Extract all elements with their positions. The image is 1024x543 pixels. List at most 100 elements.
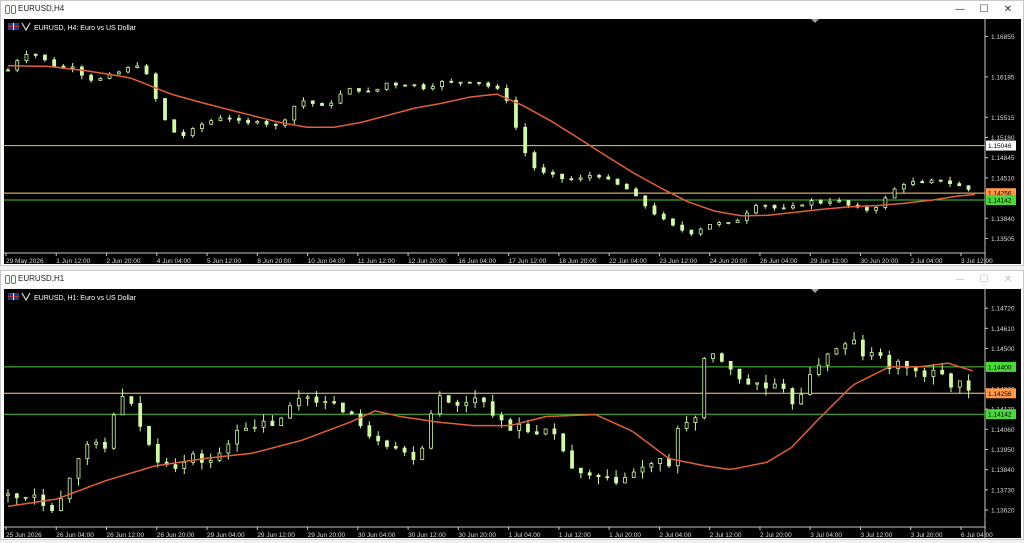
candle (596, 473, 601, 485)
candle (702, 356, 707, 420)
candle (828, 197, 832, 206)
candle (464, 395, 469, 413)
candle (357, 88, 361, 94)
candle (948, 176, 952, 188)
close-button[interactable]: ✕ (997, 273, 1019, 287)
candle (429, 410, 433, 450)
candle (887, 350, 892, 375)
candle (719, 352, 724, 363)
candle (852, 332, 856, 345)
candle (799, 387, 804, 406)
candle (578, 467, 583, 479)
candle (393, 81, 398, 89)
candle (649, 461, 654, 473)
candle (455, 399, 460, 412)
price-chart[interactable]: EURUSD, H4: Euro vs US Dollar 1.16855 1.16… (4, 19, 1021, 265)
minimize-button[interactable]: — (949, 3, 971, 17)
maximize-button[interactable]: ☐ (973, 3, 995, 17)
candle (430, 83, 435, 91)
candle (6, 67, 10, 72)
y-tick-label: 1.13620 (991, 507, 1015, 514)
candle (717, 220, 722, 227)
candle (79, 65, 84, 80)
candle (477, 81, 481, 86)
candle (837, 197, 842, 204)
candle (70, 63, 75, 73)
candle (50, 502, 54, 514)
candle (614, 470, 619, 486)
candle (107, 72, 112, 80)
x-tick-label: 1 Jul 12:00 (559, 532, 591, 538)
chart-window-h1[interactable]: EURUSD,H1 — ☐ ✕ EURUSD, H1: Euro vs US D… (0, 270, 1024, 540)
candle (235, 424, 240, 452)
candle (173, 458, 178, 473)
candle (744, 209, 749, 224)
title-bar[interactable]: EURUSD,H4 — ☐ ✕ (1, 1, 1023, 19)
candle (393, 441, 398, 450)
candle (560, 173, 565, 183)
x-tick-label: 26 Jun 12:00 (107, 532, 145, 538)
candle (270, 415, 275, 427)
candle (552, 423, 557, 440)
candle (6, 489, 10, 503)
candle (746, 374, 751, 385)
candle (449, 78, 454, 84)
maximize-button[interactable]: ☐ (973, 273, 995, 287)
candle (883, 195, 888, 210)
candle (155, 438, 160, 468)
x-tick-label: 10 Jun 04:00 (308, 258, 346, 264)
price-chart[interactable]: EURUSD, H1: Euro vs US Dollar 1.14720 1.14… (4, 289, 1021, 539)
candle (772, 204, 777, 211)
x-tick-label: 1 Jun 12:00 (56, 258, 90, 264)
x-tick-label: 3 Jul 12:00 (961, 258, 993, 264)
candle (578, 174, 583, 182)
minimize-button[interactable]: — (949, 273, 971, 287)
x-tick-label: 5 Jun 12:00 (207, 258, 241, 264)
chart-area[interactable]: EURUSD, H1: Euro vs US Dollar 1.14720 1.14… (4, 289, 1021, 539)
close-button[interactable]: ✕ (997, 3, 1019, 17)
candle (929, 178, 934, 184)
chart-area[interactable]: EURUSD, H4: Euro vs US Dollar 1.16855 1.16… (4, 19, 1021, 265)
candle (658, 458, 663, 472)
candle (264, 119, 269, 128)
x-tick-label: 1 Jul 20:00 (609, 532, 641, 538)
x-tick-label: 29 Jun 20:00 (308, 532, 346, 538)
candle (467, 81, 472, 84)
chart-window-icon (5, 5, 16, 14)
candle (606, 174, 611, 180)
candle (292, 105, 297, 125)
candle (358, 409, 363, 429)
candle (209, 118, 214, 126)
candle (661, 211, 666, 221)
candle (693, 415, 698, 431)
candle (615, 178, 620, 186)
window-title: EURUSD,H4 (18, 4, 65, 13)
candle (255, 120, 260, 125)
candle (305, 394, 310, 406)
candle (905, 360, 909, 376)
candle (791, 202, 795, 210)
candle (440, 79, 444, 91)
candle (949, 372, 953, 393)
candle (504, 84, 509, 104)
candle (24, 50, 29, 64)
candle (922, 367, 927, 382)
candle (116, 70, 121, 75)
y-tick-label: 1.14500 (991, 346, 1015, 353)
candle (764, 374, 768, 396)
candle (23, 496, 28, 502)
candle (412, 84, 417, 88)
title-bar[interactable]: EURUSD,H1 — ☐ ✕ (1, 271, 1023, 289)
candle (790, 387, 795, 410)
candle (236, 114, 241, 124)
candle (816, 358, 821, 377)
candle (772, 378, 777, 389)
chart-header-label: EURUSD, H1: Euro vs US Dollar (34, 295, 137, 302)
chart-window-h4[interactable]: EURUSD,H4 — ☐ ✕ EURUSD, H4: Euro vs US D… (0, 0, 1024, 266)
candle (103, 437, 107, 453)
candle (490, 394, 495, 418)
x-tick-label: 3 Jul 20:00 (911, 532, 943, 538)
candle (458, 81, 463, 86)
candle (58, 490, 63, 512)
chart-shift-marker (811, 19, 819, 23)
